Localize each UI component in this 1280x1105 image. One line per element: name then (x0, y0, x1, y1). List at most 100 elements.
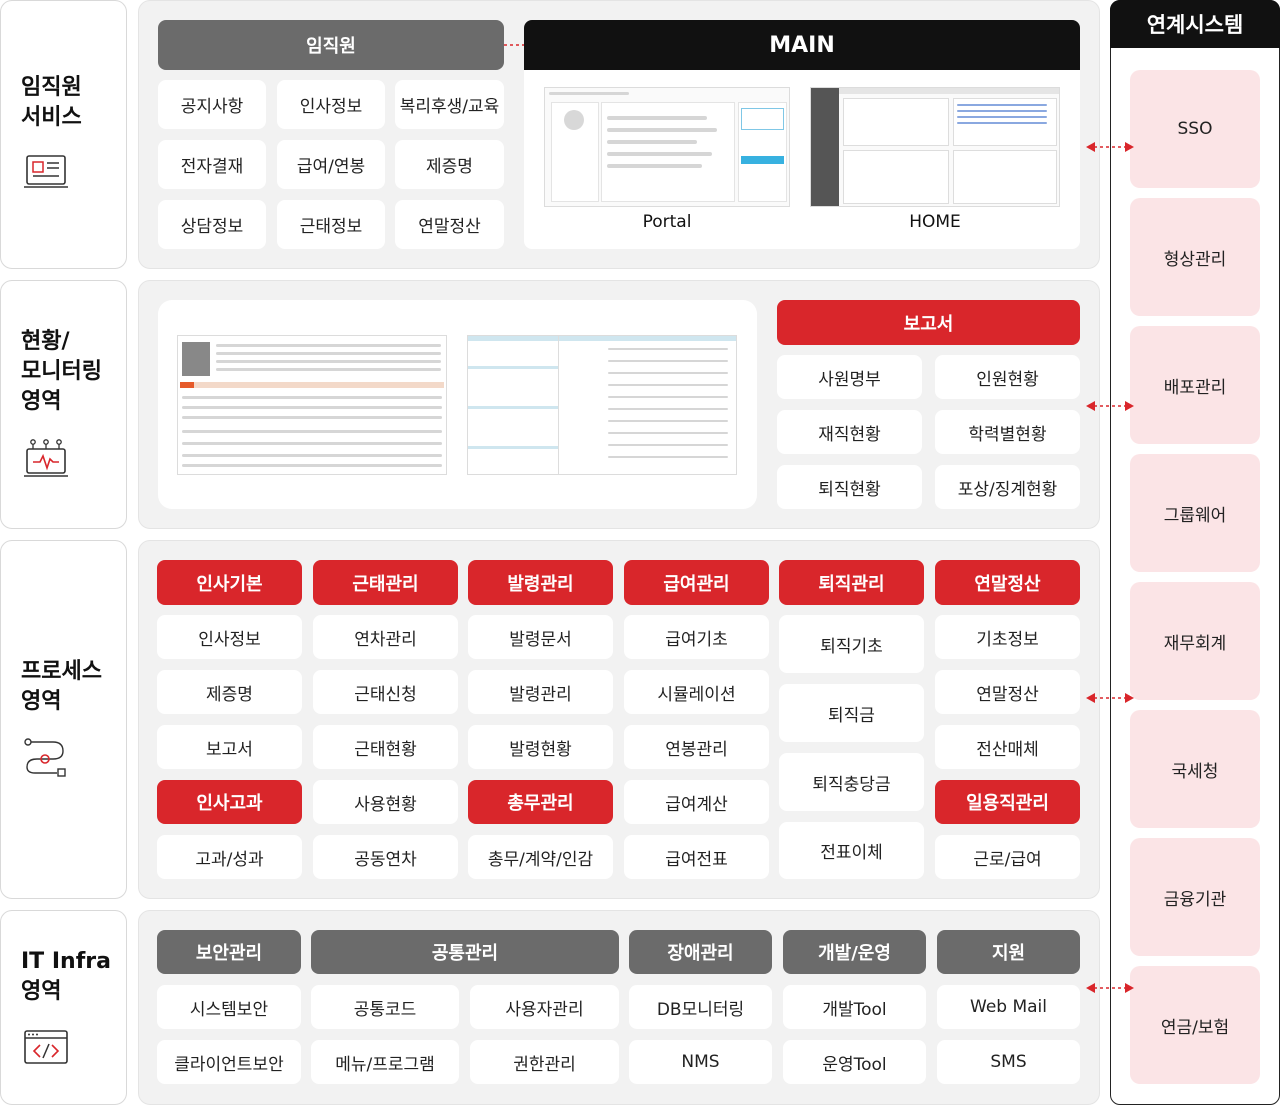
item-hr-info[interactable]: 인사정보 (157, 615, 302, 659)
link-finance-accounting[interactable]: 재무회계 (1130, 582, 1260, 700)
item-dev-tool[interactable]: 개발Tool (783, 985, 926, 1029)
hr-card-screenshot (177, 335, 447, 475)
it-infra-panel: IT Infra 영역 (0, 910, 127, 1105)
item-evaluation[interactable]: 고과/성과 (157, 835, 302, 879)
item-client-security[interactable]: 클라이언트보안 (157, 1040, 301, 1084)
support-header: 지원 (937, 930, 1080, 974)
item-certificate[interactable]: 제증명 (157, 670, 302, 714)
process-panel: 프로세스 영역 (0, 540, 127, 899)
link-deploy-mgmt[interactable]: 배포관리 (1130, 326, 1260, 444)
item-payroll-calc[interactable]: 급여계산 (624, 780, 769, 824)
general-affairs-header: 총무관리 (468, 780, 613, 824)
item-simulation[interactable]: 시뮬레이션 (624, 670, 769, 714)
home-caption: HOME (909, 212, 961, 232)
item-employment-status[interactable]: 재직현황 (777, 410, 922, 454)
item-yearend-settlement[interactable]: 연말정산 (935, 670, 1080, 714)
item-menu-program[interactable]: 메뉴/프로그램 (311, 1040, 459, 1084)
item-ops-tool[interactable]: 운영Tool (783, 1040, 926, 1084)
item-severance-reserve[interactable]: 퇴직충당금 (779, 753, 924, 811)
item-db-monitoring[interactable]: DB모니터링 (629, 985, 772, 1029)
item-common-code[interactable]: 공통코드 (311, 985, 459, 1029)
yearend-header: 연말정산 (935, 560, 1080, 605)
process-flow-icon (24, 738, 66, 777)
item-appointment-doc[interactable]: 발령문서 (468, 615, 613, 659)
item-retirement-status[interactable]: 퇴직현황 (777, 465, 922, 509)
item-slip-transfer[interactable]: 전표이체 (779, 822, 924, 879)
item-nms[interactable]: NMS (629, 1040, 772, 1084)
item-labor-payroll[interactable]: 근로/급여 (935, 835, 1080, 879)
item-shared-leave[interactable]: 공동연차 (313, 835, 458, 879)
item-user-mgmt[interactable]: 사용자관리 (470, 985, 619, 1029)
item-appointment-status[interactable]: 발령현황 (468, 725, 613, 769)
security-header: 보안관리 (157, 930, 301, 974)
portal-caption: Portal (642, 212, 692, 232)
item-attendance-request[interactable]: 근태신청 (313, 670, 458, 714)
item-welfare[interactable]: 복리후생/교육 (395, 80, 504, 129)
monitoring-title: 현황/ 모니터링 영역 (21, 329, 102, 414)
item-employee-roster[interactable]: 사원명부 (777, 355, 922, 399)
monitoring-screen-icon (24, 439, 68, 477)
home-screenshot (810, 87, 1060, 207)
item-education-status[interactable]: 학력별현황 (935, 410, 1080, 454)
link-pension-insurance[interactable]: 연금/보험 (1130, 966, 1260, 1084)
item-report[interactable]: 보고서 (157, 725, 302, 769)
code-window-icon (24, 1030, 68, 1064)
attendance-header: 근태관리 (313, 560, 458, 605)
report-header: 보고서 (777, 300, 1080, 345)
evaluation-header: 인사고과 (157, 780, 302, 824)
item-headcount[interactable]: 인원현황 (935, 355, 1080, 399)
bidirectional-arrow-icon (1086, 693, 1134, 703)
item-annual-leave[interactable]: 연차관리 (313, 615, 458, 659)
portal-screenshot (544, 87, 790, 207)
appointment-header: 발령관리 (468, 560, 613, 605)
item-attendance-status[interactable]: 근태현황 (313, 725, 458, 769)
item-general-contract[interactable]: 총무/계약/인감 (468, 835, 613, 879)
item-award-discipline[interactable]: 포상/징계현황 (935, 465, 1080, 509)
bidirectional-arrow-icon (1086, 142, 1134, 152)
fault-header: 장애관리 (629, 930, 772, 974)
item-appointment-mgmt[interactable]: 발령관리 (468, 670, 613, 714)
item-permission-mgmt[interactable]: 권한관리 (470, 1040, 619, 1084)
item-salary[interactable]: 급여/연봉 (277, 140, 385, 189)
linked-systems-header: 연계시스템 (1110, 0, 1280, 48)
item-system-security[interactable]: 시스템보안 (157, 985, 301, 1029)
employee-service-title: 임직원 서비스 (21, 75, 82, 130)
link-groupware[interactable]: 그룹웨어 (1130, 454, 1260, 572)
item-basic-info[interactable]: 기초정보 (935, 615, 1080, 659)
link-financial-inst[interactable]: 금융기관 (1130, 838, 1260, 956)
link-sso[interactable]: SSO (1130, 70, 1260, 188)
item-severance-pay[interactable]: 퇴직금 (779, 684, 924, 742)
item-yearend[interactable]: 연말정산 (395, 200, 504, 249)
item-electronic-media[interactable]: 전산매체 (935, 725, 1080, 769)
bidirectional-arrow-icon (1086, 401, 1134, 411)
link-tax-service[interactable]: 국세청 (1130, 710, 1260, 828)
item-sms[interactable]: SMS (937, 1040, 1080, 1084)
employee-header: 임직원 (158, 20, 504, 70)
devops-header: 개발/운영 (783, 930, 926, 974)
monitor-document-icon (24, 155, 68, 188)
item-payroll-basic[interactable]: 급여기초 (624, 615, 769, 659)
item-notice[interactable]: 공지사항 (158, 80, 266, 129)
item-retirement-basic[interactable]: 퇴직기초 (779, 615, 924, 673)
daily-worker-header: 일용직관리 (935, 780, 1080, 824)
common-header: 공통관리 (311, 930, 619, 974)
item-web-mail[interactable]: Web Mail (937, 985, 1080, 1029)
retirement-header: 퇴직관리 (779, 560, 924, 605)
item-hr-info[interactable]: 인사정보 (277, 80, 385, 129)
payroll-header: 급여관리 (624, 560, 769, 605)
item-approval[interactable]: 전자결재 (158, 140, 266, 189)
item-usage-status[interactable]: 사용현황 (313, 780, 458, 824)
monitoring-panel: 현황/ 모니터링 영역 (0, 280, 127, 529)
item-certificate[interactable]: 제증명 (395, 140, 504, 189)
item-payroll-slip[interactable]: 급여전표 (624, 835, 769, 879)
item-salary-mgmt[interactable]: 연봉관리 (624, 725, 769, 769)
main-header: MAIN (524, 20, 1080, 70)
it-infra-title: IT Infra 영역 (21, 949, 111, 1004)
report-table-screenshot (467, 335, 737, 475)
item-attendance[interactable]: 근태정보 (277, 200, 385, 249)
employee-service-panel: 임직원 서비스 (0, 0, 127, 269)
item-counsel[interactable]: 상담정보 (158, 200, 266, 249)
link-config-mgmt[interactable]: 형상관리 (1130, 198, 1260, 316)
process-title: 프로세스 영역 (21, 659, 102, 714)
hr-basic-header: 인사기본 (157, 560, 302, 605)
